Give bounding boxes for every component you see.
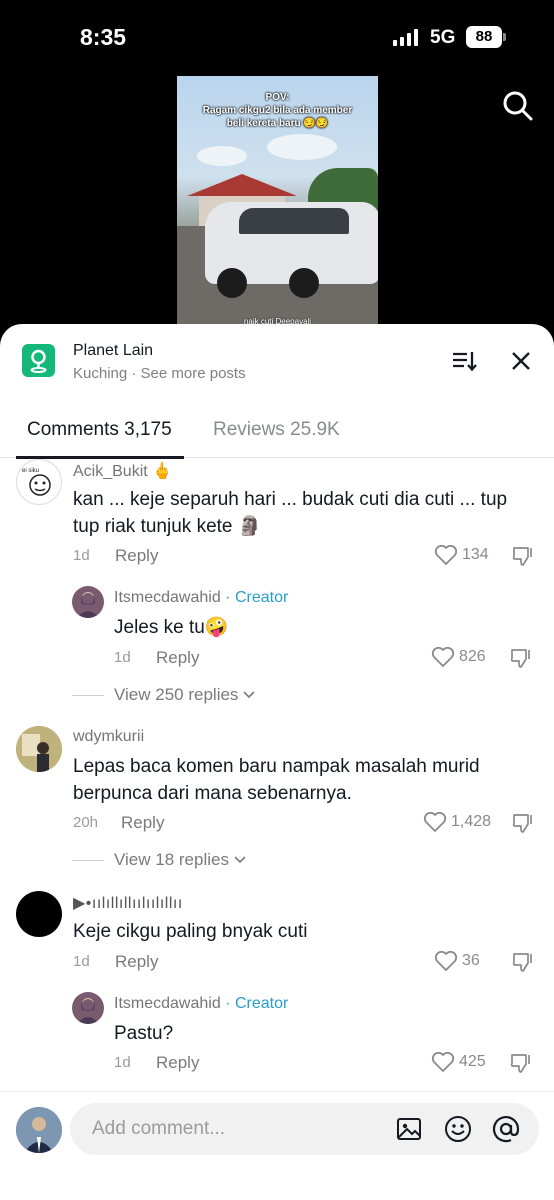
- dislike-icon[interactable]: [512, 951, 534, 973]
- tab-bar: Comments 3,175 Reviews 25.9K: [0, 414, 554, 459]
- video-caption-line3: beli kereta baru 😏😏: [226, 118, 329, 129]
- comment-username[interactable]: wdymkurii: [73, 728, 144, 746]
- avatar[interactable]: [72, 992, 104, 1024]
- dislike-icon[interactable]: [512, 812, 534, 834]
- comment-time: 20h: [73, 814, 99, 831]
- comments-sheet: Planet Lain Kuching · See more posts Com…: [0, 324, 554, 1200]
- view-replies-button[interactable]: View 250 replies: [72, 685, 256, 705]
- comment-text: Jeles ke tu🤪: [114, 617, 229, 638]
- heart-icon: [431, 1051, 455, 1072]
- comment-time: 1d: [114, 649, 131, 666]
- reply-button[interactable]: Reply: [115, 546, 158, 566]
- comment-input-placeholder: Add comment...: [92, 1118, 226, 1139]
- comment-text: kan ... keje separuh hari ... budak cuti…: [73, 489, 508, 510]
- comment-input-bar: Add comment...: [0, 1091, 554, 1200]
- avatar[interactable]: ei siku: [16, 459, 62, 505]
- like-button[interactable]: 134: [434, 544, 489, 566]
- like-count: 826: [459, 648, 486, 665]
- dislike-icon[interactable]: [510, 1052, 532, 1074]
- heart-icon: [431, 646, 455, 667]
- like-button[interactable]: 425: [431, 1051, 486, 1073]
- tab-reviews[interactable]: Reviews 25.9K: [213, 419, 340, 441]
- mention-icon[interactable]: [492, 1115, 520, 1148]
- battery-tip: [503, 33, 506, 41]
- heart-icon: [434, 950, 458, 971]
- search-icon[interactable]: [502, 90, 534, 122]
- comment-text: Lepas baca komen baru nampak masalah mur…: [73, 756, 480, 777]
- avatar[interactable]: [16, 726, 62, 772]
- reply-button[interactable]: Reply: [115, 952, 158, 972]
- place-subtitle[interactable]: Kuching · See more posts: [73, 365, 246, 382]
- svg-text:ei siku: ei siku: [22, 468, 39, 474]
- heart-icon: [423, 811, 447, 832]
- chevron-down-icon: [243, 691, 256, 699]
- reply-button[interactable]: Reply: [121, 813, 164, 833]
- status-time: 8:35: [80, 24, 127, 50]
- comment-text: Pastu?: [114, 1023, 174, 1044]
- comment-username[interactable]: Acik_Bukit 🖕: [73, 461, 172, 481]
- sort-icon[interactable]: [451, 348, 477, 374]
- place-name[interactable]: Planet Lain: [73, 342, 153, 360]
- comment-input[interactable]: Add comment...: [70, 1103, 539, 1155]
- comment-username[interactable]: Itsmecdawahid · Creator: [114, 589, 288, 607]
- image-icon[interactable]: [396, 1116, 422, 1147]
- creator-badge: · Creator: [225, 589, 289, 606]
- view-replies-button[interactable]: View 18 replies: [72, 850, 247, 870]
- comment-text: Keje cikgu paling bnyak cuti: [73, 921, 308, 942]
- like-count: 1,428: [451, 813, 492, 830]
- like-count: 36: [462, 952, 480, 969]
- comment-text: berpunca dari mana sebenarnya.: [73, 783, 352, 804]
- comment-time: 1d: [114, 1054, 131, 1071]
- dislike-icon[interactable]: [512, 545, 534, 567]
- status-bar: 8:35 5G 88: [0, 0, 554, 70]
- like-button[interactable]: 36: [434, 950, 480, 972]
- video-caption-line2: Ragam cikgu2 bila ada member: [202, 105, 353, 116]
- emoji-icon[interactable]: [444, 1115, 472, 1148]
- heart-icon: [434, 544, 458, 565]
- reply-button[interactable]: Reply: [156, 648, 199, 668]
- comment-username[interactable]: ▶•ıılıllıllıılıılıllıı: [73, 893, 183, 913]
- tab-comments[interactable]: Comments 3,175: [27, 419, 172, 441]
- video-preview[interactable]: POV: Ragam cikgu2 bila ada member beli k…: [177, 76, 378, 328]
- network-label: 5G: [430, 27, 456, 48]
- video-caption-pov: POV:: [265, 92, 290, 103]
- signal-icon: [393, 29, 418, 46]
- like-count: 425: [459, 1053, 486, 1070]
- location-pin-icon[interactable]: [22, 344, 55, 377]
- like-button[interactable]: 826: [431, 646, 486, 668]
- close-icon[interactable]: [510, 350, 532, 372]
- battery-icon: 88: [466, 26, 502, 48]
- avatar[interactable]: [16, 1107, 62, 1153]
- comment-time: 1d: [73, 953, 90, 970]
- like-button[interactable]: 1,428: [423, 811, 491, 833]
- dislike-icon[interactable]: [510, 647, 532, 669]
- creator-badge: · Creator: [225, 995, 289, 1012]
- avatar[interactable]: [72, 586, 104, 618]
- comment-time: 1d: [73, 547, 90, 564]
- avatar[interactable]: [16, 891, 62, 937]
- comment-text: tup riak tunjuk kete 🗿: [73, 516, 262, 537]
- like-count: 134: [462, 546, 489, 563]
- comment-username[interactable]: Itsmecdawahid · Creator: [114, 995, 288, 1013]
- reply-button[interactable]: Reply: [156, 1053, 199, 1073]
- chevron-down-icon: [234, 856, 246, 864]
